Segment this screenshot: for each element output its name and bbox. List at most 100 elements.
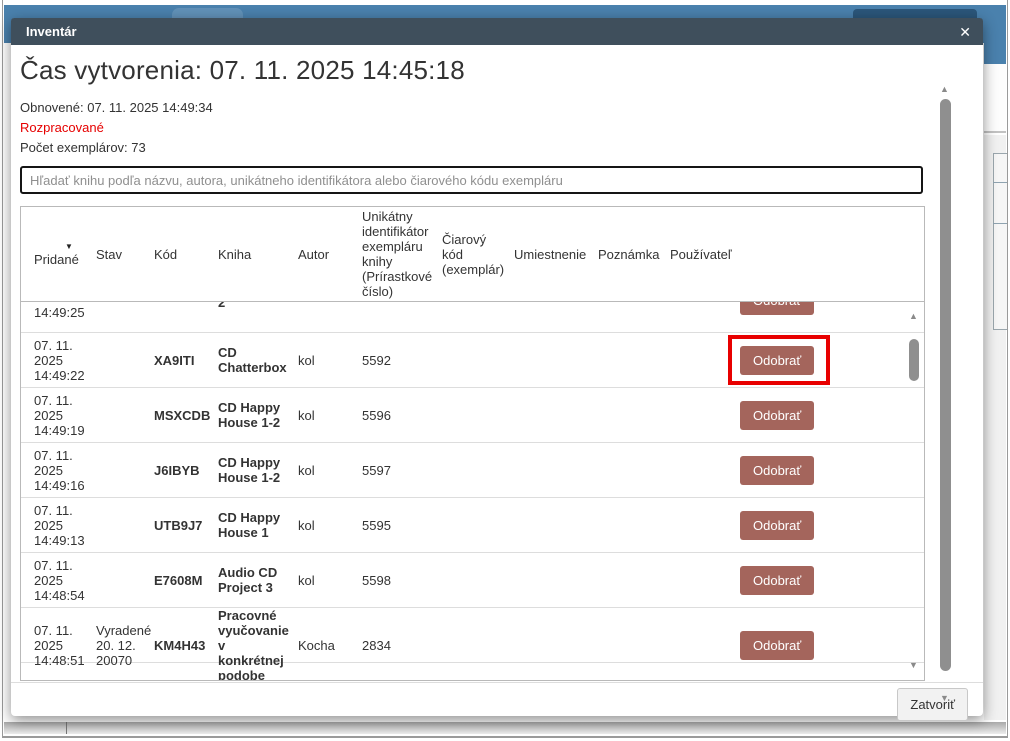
odobrat-button[interactable]: Odobrať xyxy=(740,401,814,430)
background-table-line xyxy=(993,223,1007,224)
cell-identifikator: 5598 xyxy=(349,573,429,588)
column-header-label: Stav xyxy=(96,247,122,262)
cell-added: 07. 11. 2025 14:49:19 xyxy=(21,393,83,438)
cell-added: 07. 11. 2025 14:49:22 xyxy=(21,338,83,383)
cell-added: 07. 11. 2025 14:49:13 xyxy=(21,503,83,548)
cell-autor: Kocha xyxy=(285,638,349,653)
cell-kod: E7608M xyxy=(141,573,205,588)
cell-added: 07. 11. 2025 14:48:54 xyxy=(21,558,83,603)
column-header-label: Pridané xyxy=(34,252,79,267)
background-top-bar-corner xyxy=(984,40,1006,65)
column-header: Používateľ xyxy=(657,247,729,262)
cell-autor: kol xyxy=(285,518,349,533)
modal-header: Inventár ✕ xyxy=(11,18,983,45)
column-header: Kniha xyxy=(205,247,285,262)
cell-action: Odobrať xyxy=(729,456,924,485)
odobrat-button[interactable]: Odobrať xyxy=(740,346,814,375)
cell-stav: Vyradené 20. 12. 20070 xyxy=(83,623,141,668)
cell-kniha: CD Happy House 1-2 xyxy=(205,455,285,485)
table-scrollbar-thumb[interactable] xyxy=(909,339,919,381)
modal-footer: Zatvoriť xyxy=(11,682,983,726)
column-header: Stav xyxy=(83,247,141,262)
table-row: 07. 11. 2025 14:48:51Vyradené 20. 12. 20… xyxy=(21,608,924,663)
status-label: Rozpracované xyxy=(20,120,983,135)
odobrat-button[interactable]: Odobrať xyxy=(740,631,814,660)
column-header-label: Autor xyxy=(298,247,329,262)
cell-added: 07. 11. 2025 14:49:16 xyxy=(21,448,83,493)
search-input[interactable] xyxy=(20,166,923,194)
table-row: 07. 11. 2025 14:49:16 J6IBYBCD Happy Hous… xyxy=(21,443,924,498)
cell-added: 07. 11. 2025 14:48:51 xyxy=(21,623,83,668)
cell-kniha: CD Chatterbox xyxy=(205,345,285,375)
column-header-label: Poznámka xyxy=(598,247,659,262)
column-header-label: Kniha xyxy=(218,247,251,262)
cell-kniha: Audio CD Project 3 xyxy=(205,565,285,595)
column-header-label: Používateľ xyxy=(670,247,732,262)
column-header: Autor xyxy=(285,247,349,262)
cell-autor: kol xyxy=(285,408,349,423)
column-header-label: Čiarový kód (exemplár) xyxy=(442,232,504,277)
scroll-up-icon[interactable]: ▲ xyxy=(909,312,918,321)
sort-descending-icon: ▼ xyxy=(34,242,83,252)
column-header-label: Kód xyxy=(154,247,177,262)
copies-count-label: Počet exemplárov: 73 xyxy=(20,140,983,155)
column-header: Poznámka xyxy=(585,247,657,262)
modal-scrollbar-thumb[interactable] xyxy=(940,99,951,671)
scroll-up-icon[interactable]: ▲ xyxy=(940,85,949,94)
odobrat-button[interactable]: Odobrať xyxy=(740,302,814,315)
column-header: Umiestnenie xyxy=(501,247,585,262)
table-scroll-viewport: 14:49:25 2 Odobrať 07. 11. 2025 14:49:22… xyxy=(21,302,924,680)
table-row: 07. 11. 2025 14:49:22 XA9ITICD Chatterbox… xyxy=(21,333,924,388)
modal-title: Inventár xyxy=(26,24,77,39)
cell-kod: XA9ITI xyxy=(141,353,205,368)
background-table-edge xyxy=(993,153,1007,330)
cell-autor: kol xyxy=(285,353,349,368)
cell-autor: kol xyxy=(285,573,349,588)
table-scrollbar[interactable]: ▲ ▼ xyxy=(907,312,921,670)
modal-scrollbar[interactable]: ▲ ▼ xyxy=(939,85,953,703)
cell-kod: UTB9J7 xyxy=(141,518,205,533)
cell-identifikator: 2834 xyxy=(349,638,429,653)
cell-kod: J6IBYB xyxy=(141,463,205,478)
column-header: Unikátny identifikátor exempláru knihy (… xyxy=(349,209,429,299)
table-row: 07. 11. 2025 14:49:19 MSXCDBCD Happy Hous… xyxy=(21,388,924,443)
odobrat-button[interactable]: Odobrať xyxy=(740,566,814,595)
zatvorit-button[interactable]: Zatvoriť xyxy=(897,688,968,721)
cell-kod: KM4H43 xyxy=(141,638,205,653)
column-header[interactable]: ▼Pridané xyxy=(21,242,83,267)
book-title-fragment: 2 xyxy=(218,302,225,310)
cell-action: Odobrať xyxy=(729,335,924,385)
cell-action: Odobrať xyxy=(729,566,924,595)
cell-action: Odobrať xyxy=(729,401,924,430)
inventory-modal: Inventár ✕ Čas vytvorenia: 07. 11. 2025 … xyxy=(11,18,983,716)
cell-action: Odobrať xyxy=(729,631,924,660)
cell-action: Odobrať xyxy=(729,511,924,540)
highlight-rectangle: Odobrať xyxy=(728,335,830,385)
table-row: 07. 11. 2025 14:48:54 E7608MAudio CD Proj… xyxy=(21,553,924,608)
scroll-down-icon[interactable]: ▼ xyxy=(909,661,918,670)
cell-kniha: Pracovné vyučovanie v konkrétnej podobe xyxy=(205,608,285,680)
refreshed-label: Obnovené: 07. 11. 2025 14:49:34 xyxy=(20,100,983,115)
cell-identifikator: 5592 xyxy=(349,353,429,368)
column-header: Kód xyxy=(141,247,205,262)
close-icon[interactable]: ✕ xyxy=(959,25,971,39)
cell-kniha: CD Happy House 1 xyxy=(205,510,285,540)
table-header-row: ▼Pridané Stav Kód Kniha Autor Unikátny identi… xyxy=(21,207,924,302)
background-right-panel xyxy=(984,64,1006,133)
cell-kniha: CD Happy House 1-2 xyxy=(205,400,285,430)
cell-kod: MSXCDB xyxy=(141,408,205,423)
inventory-table: ▼PridanéStavKódKnihaAutorUnikátny identi… xyxy=(20,206,925,681)
odobrat-button[interactable]: Odobrať xyxy=(740,511,814,540)
cell-identifikator: 5596 xyxy=(349,408,429,423)
column-header-label: Umiestnenie xyxy=(514,247,586,262)
table-row: 07. 11. 2025 14:49:13 UTB9J7CD Happy Hous… xyxy=(21,498,924,553)
column-header-label: Unikátny identifikátor exempláru knihy (… xyxy=(362,209,432,299)
table-row-partial: 14:49:25 2 Odobrať xyxy=(21,302,924,333)
added-time-fragment: 14:49:25 xyxy=(34,305,85,320)
cell-identifikator: 5597 xyxy=(349,463,429,478)
creation-time-heading: Čas vytvorenia: 07. 11. 2025 14:45:18 xyxy=(20,55,983,86)
cell-identifikator: 5595 xyxy=(349,518,429,533)
odobrat-button[interactable]: Odobrať xyxy=(740,456,814,485)
scroll-down-icon[interactable]: ▼ xyxy=(940,694,949,703)
modal-body: Čas vytvorenia: 07. 11. 2025 14:45:18 Ob… xyxy=(11,55,983,726)
